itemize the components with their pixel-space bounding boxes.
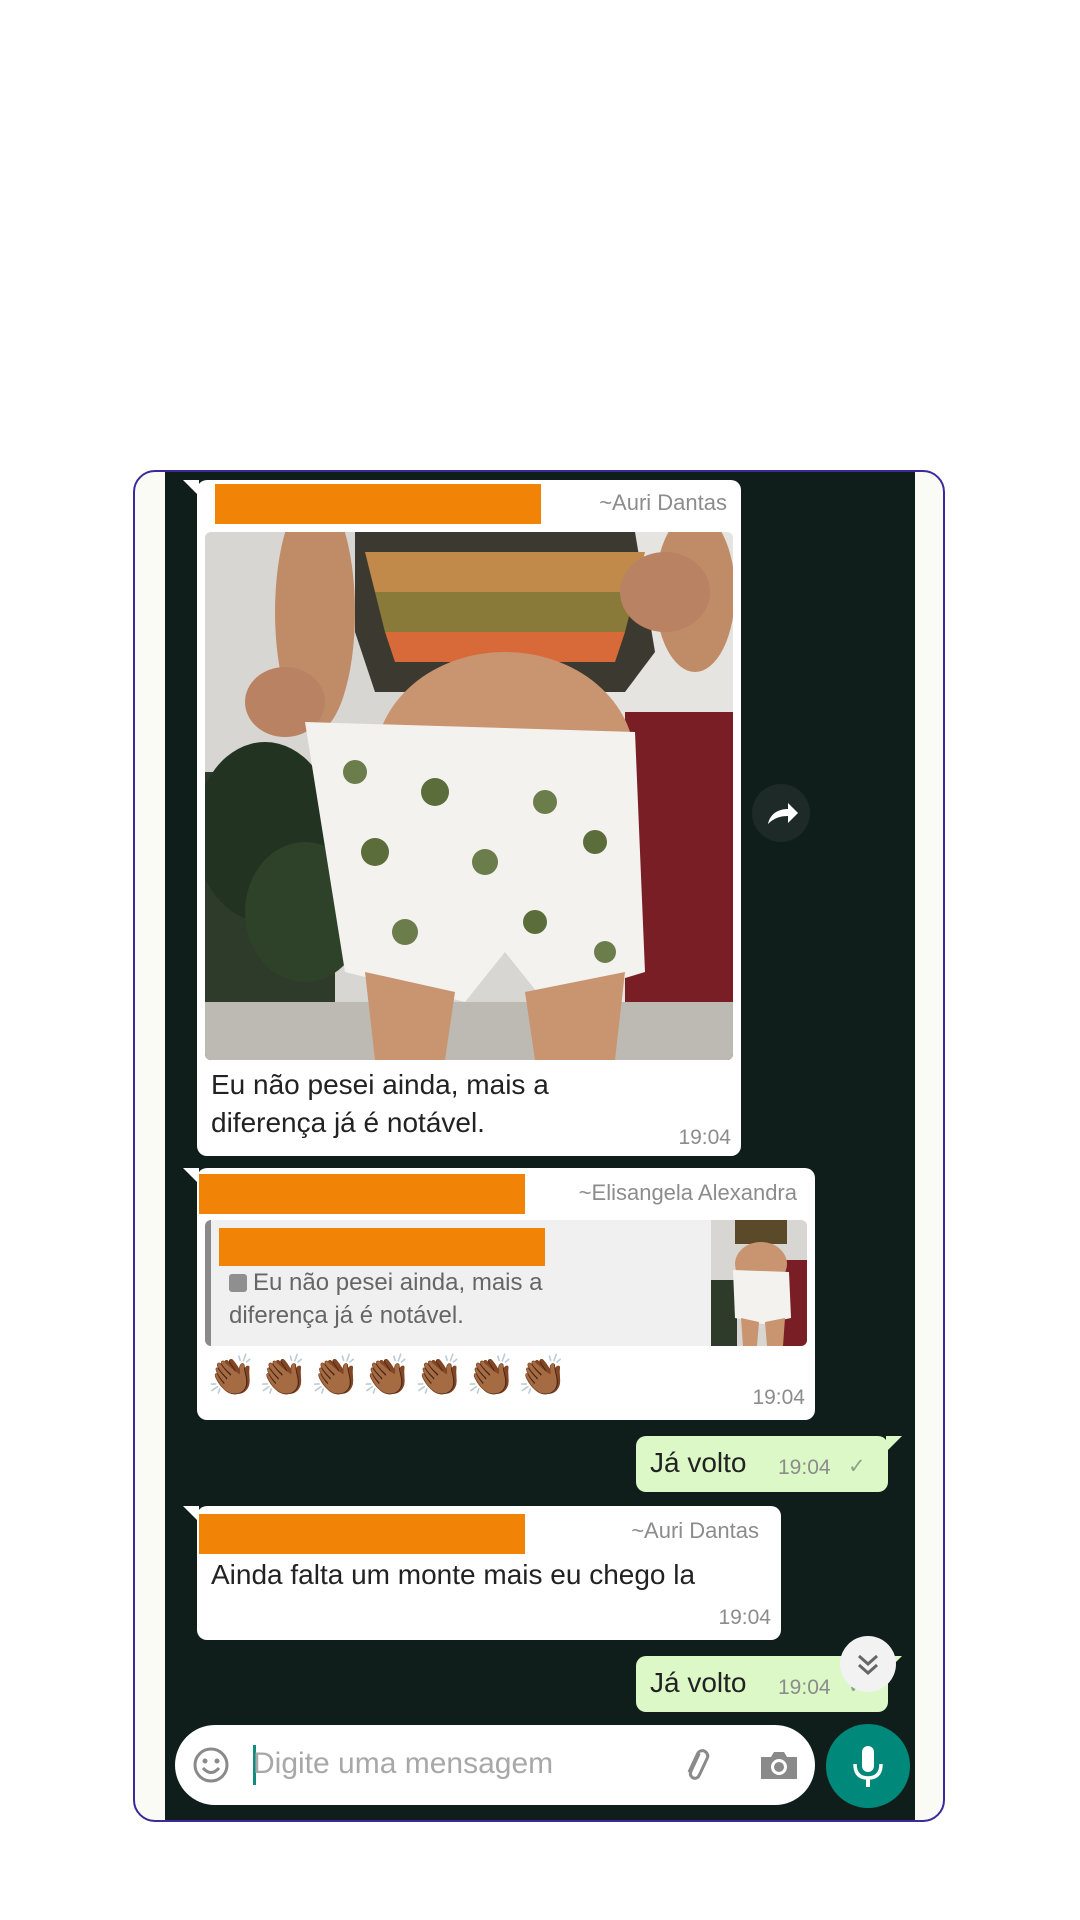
emoji-reaction-text: 👏🏾👏🏾👏🏾👏🏾👏🏾👏🏾👏🏾 <box>207 1354 570 1398</box>
message-time: 19:04 <box>752 1386 805 1409</box>
quoted-thumbnail <box>711 1220 807 1346</box>
message-composer[interactable]: Digite uma mensagem <box>175 1725 815 1805</box>
attach-button[interactable] <box>675 1743 719 1787</box>
redacted-phone-number <box>199 1514 525 1554</box>
message-text: Já volto <box>650 1447 747 1478</box>
redacted-phone-number <box>199 1174 525 1214</box>
sender-name[interactable]: ~Auri Dantas <box>599 490 727 516</box>
quoted-text: Eu não pesei ainda, mais a diferença já … <box>229 1266 543 1332</box>
scroll-to-bottom-button[interactable] <box>840 1636 896 1692</box>
forward-button[interactable] <box>752 784 810 842</box>
sender-name[interactable]: ~Elisangela Alexandra <box>579 1180 797 1206</box>
camera-icon <box>761 1752 797 1779</box>
message-time: 19:04 <box>778 1456 831 1479</box>
message-bubble-incoming-reply[interactable]: ~Elisangela Alexandra Eu não pesei ainda… <box>183 1168 815 1420</box>
message-text: Já volto <box>650 1667 747 1698</box>
message-time: 19:04 <box>778 1676 831 1699</box>
emoji-button[interactable] <box>191 1745 231 1785</box>
microphone-icon <box>853 1746 883 1787</box>
message-text: Ainda falta um monte mais eu chego la <box>211 1559 696 1590</box>
paperclip-icon <box>687 1749 710 1780</box>
redacted-phone-number <box>215 484 541 524</box>
sender-name[interactable]: ~Auri Dantas <box>631 1518 759 1544</box>
message-bubble-incoming-photo[interactable]: ~Auri Dantas Eu não pesei ainda, mais a … <box>183 480 741 1156</box>
message-time: 19:04 <box>678 1126 731 1149</box>
message-bubble-outgoing[interactable]: Já volto 19:04 ✓ <box>636 1436 902 1492</box>
message-text-line: Eu não pesei ainda, mais a <box>211 1069 549 1100</box>
message-time: 19:04 <box>718 1606 771 1629</box>
quoted-message[interactable]: Eu não pesei ainda, mais a diferença já … <box>205 1220 807 1346</box>
forward-icon <box>768 803 798 824</box>
redacted-phone-number <box>219 1228 545 1266</box>
image-icon <box>229 1274 247 1292</box>
sent-check-icon: ✓ <box>848 1455 866 1478</box>
message-input[interactable]: Digite uma mensagem <box>253 1747 553 1781</box>
message-text-line: diferença já é notável. <box>211 1107 485 1138</box>
chevron-double-down-icon <box>858 1654 878 1676</box>
message-bubble-incoming[interactable]: ~Auri Dantas Ainda falta um monte mais e… <box>183 1506 781 1640</box>
message-photo[interactable] <box>205 532 733 1060</box>
quoted-text-line: Eu não pesei ainda, mais a <box>253 1269 543 1296</box>
voice-message-button[interactable] <box>826 1724 910 1808</box>
smiley-icon <box>193 1747 229 1783</box>
photo-image <box>205 532 733 1060</box>
camera-button[interactable] <box>757 1745 801 1785</box>
quoted-text-line: diferença já é notável. <box>229 1302 464 1329</box>
